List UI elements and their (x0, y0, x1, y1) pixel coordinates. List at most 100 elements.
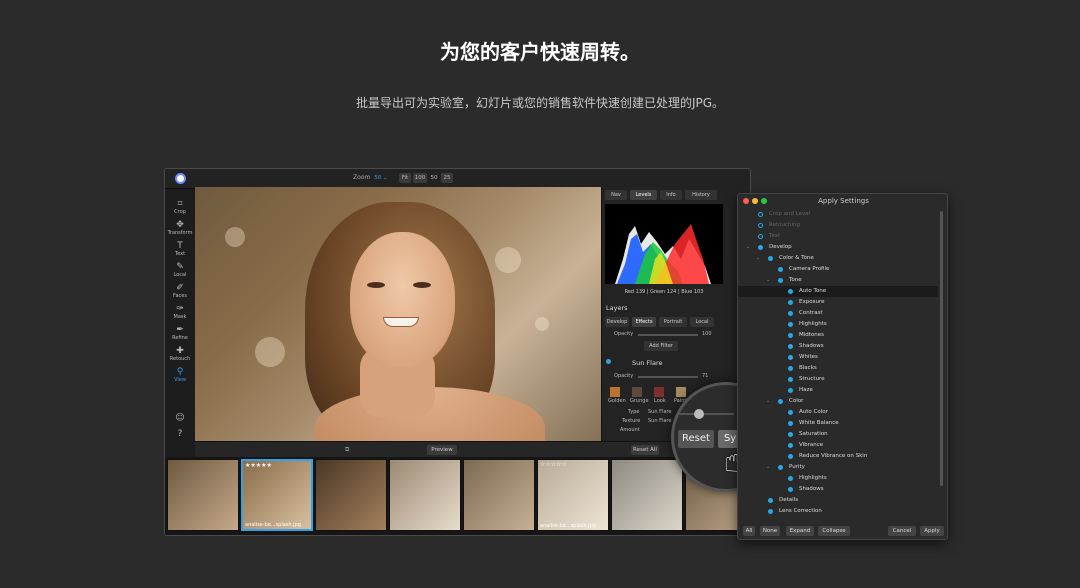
checkbox-icon[interactable] (788, 388, 793, 393)
checkbox-icon[interactable] (788, 344, 793, 349)
settings-tree-row[interactable]: Structure (738, 374, 938, 385)
settings-tree-row[interactable]: Saturation (738, 429, 938, 440)
preset-look-thumb[interactable] (654, 387, 664, 397)
expand-caret-icon[interactable]: ⌄ (766, 396, 770, 407)
cancel-button[interactable]: Cancel (888, 526, 916, 536)
settings-tree-row[interactable]: Highlights (738, 473, 938, 484)
module-effects[interactable]: Effects (632, 317, 656, 327)
tool-faces[interactable]: ✐ Faces (165, 283, 195, 300)
settings-tree-row[interactable]: Retouching (738, 220, 938, 231)
texture-value[interactable]: Sun Flare (648, 418, 671, 424)
tool-refine[interactable]: ✒ Refine (165, 325, 195, 342)
settings-tree-row[interactable]: Vibrance (738, 440, 938, 451)
expand-caret-icon[interactable]: ⌄ (756, 253, 760, 264)
module-portrait[interactable]: Portrait (659, 317, 687, 327)
tool-local[interactable]: ✎ Local (165, 262, 195, 279)
type-value[interactable]: Sun Flare (648, 409, 671, 415)
tab-nav[interactable]: Nav (605, 190, 627, 200)
settings-tree-row[interactable]: Details (738, 495, 938, 506)
checkbox-icon[interactable] (768, 498, 773, 503)
tool-transform[interactable]: ✥ Transform (165, 220, 195, 237)
reset-button[interactable]: Reset (678, 430, 714, 448)
checkbox-icon[interactable] (778, 399, 783, 404)
select-none-button[interactable]: None (760, 526, 780, 536)
settings-tree-row[interactable]: Contrast (738, 308, 938, 319)
tool-retouch[interactable]: ✚ Retouch (165, 346, 195, 363)
preset-grunge-thumb[interactable] (632, 387, 642, 397)
amount-slider[interactable] (674, 413, 734, 415)
opacity-slider[interactable] (638, 334, 698, 336)
checkbox-icon[interactable] (788, 322, 793, 327)
tool-view[interactable]: ⚲ View (165, 367, 195, 384)
settings-tree-row[interactable]: Blacks (738, 363, 938, 374)
filter-opacity-slider[interactable] (638, 376, 698, 378)
filmstrip-thumb[interactable] (611, 459, 683, 531)
checkbox-icon[interactable] (778, 465, 783, 470)
dialog-scrollbar[interactable] (940, 211, 943, 486)
settings-tree-row[interactable]: Reduce Vibrance on Skin (738, 451, 938, 462)
module-local[interactable]: Local (690, 317, 714, 327)
zoom-50-button[interactable]: 50 (429, 173, 439, 183)
preset-golden-thumb[interactable] (610, 387, 620, 397)
add-filter-button[interactable]: Add Filter (644, 341, 678, 351)
settings-tree-row[interactable]: ⌄ Color (738, 396, 938, 407)
preview-button[interactable]: Preview (427, 445, 457, 455)
settings-tree-row[interactable]: Auto Color (738, 407, 938, 418)
settings-tree-row[interactable]: White Balance (738, 418, 938, 429)
settings-tree-row[interactable]: ⌄ Develop (738, 242, 938, 253)
filmstrip-thumb[interactable] (167, 459, 239, 531)
settings-tree-row[interactable]: Shadows (738, 341, 938, 352)
amount-slider-knob[interactable] (694, 409, 704, 419)
tool-mask[interactable]: ✑ Mask (165, 304, 195, 321)
settings-tree-row[interactable]: Exposure (738, 297, 938, 308)
checkbox-icon[interactable] (768, 256, 773, 261)
settings-tree-row[interactable]: Midtones (738, 330, 938, 341)
checkbox-icon[interactable] (788, 333, 793, 338)
settings-tree-row[interactable]: Highlights (738, 319, 938, 330)
checkbox-icon[interactable] (788, 289, 793, 294)
tab-info[interactable]: Info (660, 190, 682, 200)
filmstrip-thumb[interactable] (389, 459, 461, 531)
rating-stars[interactable]: ☆☆☆☆☆ (540, 461, 567, 468)
checkbox-icon[interactable] (788, 487, 793, 492)
checkbox-icon[interactable] (758, 212, 763, 217)
checkbox-icon[interactable] (768, 509, 773, 514)
checkbox-icon[interactable] (758, 234, 763, 239)
checkbox-icon[interactable] (788, 300, 793, 305)
expand-button[interactable]: Expand (786, 526, 814, 536)
settings-tree-row[interactable]: Whites (738, 352, 938, 363)
checkbox-icon[interactable] (788, 432, 793, 437)
tab-levels[interactable]: Levels (630, 190, 657, 200)
expand-caret-icon[interactable]: ⌄ (746, 242, 750, 253)
expand-caret-icon[interactable]: ⌄ (766, 462, 770, 473)
zoom-25-button[interactable]: 25 (441, 173, 453, 183)
checkbox-icon[interactable] (788, 410, 793, 415)
zoom-dropdown[interactable]: 50 ⌄ (373, 173, 389, 183)
zoom-100-button[interactable]: 100 (413, 173, 427, 183)
rating-stars[interactable]: ★★★★★ (245, 462, 272, 469)
main-photo[interactable] (195, 187, 601, 441)
apply-button[interactable]: Apply (920, 526, 944, 536)
reset-all-button[interactable]: Reset All (631, 445, 659, 455)
checkbox-icon[interactable] (788, 454, 793, 459)
settings-tree-row[interactable]: Shadows (738, 484, 938, 495)
collapse-button[interactable]: Collapse (818, 526, 850, 536)
settings-tree-row[interactable]: Haze (738, 385, 938, 396)
preset-paint-thumb[interactable] (676, 387, 686, 397)
checkbox-icon[interactable] (788, 377, 793, 382)
checkbox-icon[interactable] (778, 278, 783, 283)
filmstrip-thumb[interactable]: ☆☆☆☆☆ analise-be...splash.jpg (537, 459, 609, 531)
tool-text[interactable]: T Text (165, 241, 195, 258)
select-all-button[interactable]: All (743, 526, 755, 536)
filmstrip-thumb[interactable] (463, 459, 535, 531)
checkbox-icon[interactable] (788, 421, 793, 426)
tool-crop[interactable]: ⌗ Crop (165, 199, 195, 216)
filter-visible-icon[interactable] (606, 359, 611, 364)
checkbox-icon[interactable] (758, 223, 763, 228)
filmstrip-thumb[interactable] (315, 459, 387, 531)
view-toggle-icon[interactable]: ⧉ (345, 446, 349, 454)
checkbox-icon[interactable] (788, 366, 793, 371)
settings-tree-row[interactable]: ⌄ Purity (738, 462, 938, 473)
settings-tree-row[interactable]: Crop and Level (738, 209, 938, 220)
settings-tree-row[interactable]: Text (738, 231, 938, 242)
